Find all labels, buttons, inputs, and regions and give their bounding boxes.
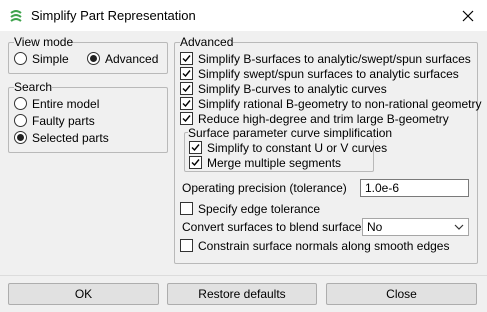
window-title: Simplify Part Representation xyxy=(31,8,196,23)
simplify-swept-spun-label[interactable]: Simplify swept/spun surfaces to analytic… xyxy=(198,67,459,81)
search-selected-parts-label[interactable]: Selected parts xyxy=(32,131,109,145)
precision-label: Operating precision (tolerance) xyxy=(182,181,347,195)
close-icon[interactable] xyxy=(458,6,478,26)
reduce-high-degree-label[interactable]: Reduce high-degree and trim large B-geom… xyxy=(198,112,449,126)
view-mode-advanced-radio[interactable] xyxy=(87,52,100,65)
simplify-constant-uv-label[interactable]: Simplify to constant U or V curves xyxy=(207,141,387,155)
search-entire-model-radio[interactable] xyxy=(14,97,27,110)
merge-segments-label[interactable]: Merge multiple segments xyxy=(207,156,341,170)
simplify-b-surfaces-label[interactable]: Simplify B-surfaces to analytic/swept/sp… xyxy=(198,52,471,66)
checkmark-icon xyxy=(182,85,191,93)
title-bar[interactable]: Simplify Part Representation xyxy=(0,0,487,31)
view-mode-advanced-label[interactable]: Advanced xyxy=(105,52,158,66)
simplify-rational-checkbox[interactable] xyxy=(180,97,193,110)
advanced-title: Advanced xyxy=(180,35,234,49)
blend-select-value: No xyxy=(367,220,383,234)
search-faulty-parts-radio[interactable] xyxy=(14,114,27,127)
checkmark-icon xyxy=(182,55,191,63)
constrain-normals-checkbox[interactable] xyxy=(180,239,193,252)
checkmark-icon xyxy=(191,144,200,152)
simplify-b-curves-checkbox[interactable] xyxy=(180,82,193,95)
reduce-high-degree-checkbox[interactable] xyxy=(180,112,193,125)
checkmark-icon xyxy=(182,100,191,108)
simplify-swept-spun-checkbox[interactable] xyxy=(180,67,193,80)
simplify-b-curves-label[interactable]: Simplify B-curves to analytic curves xyxy=(198,82,387,96)
checkmark-icon xyxy=(191,159,200,167)
blend-label: Convert surfaces to blend surfaces xyxy=(182,220,368,234)
surface-param-title: Surface parameter curve simplification xyxy=(188,126,393,140)
restore-defaults-button[interactable]: Restore defaults xyxy=(167,283,317,305)
merge-segments-checkbox[interactable] xyxy=(189,156,202,169)
close-button[interactable]: Close xyxy=(326,283,477,305)
search-title: Search xyxy=(14,80,53,94)
simplify-constant-uv-checkbox[interactable] xyxy=(189,141,202,154)
checkmark-icon xyxy=(182,115,191,123)
specify-edge-tolerance-checkbox[interactable] xyxy=(180,202,193,215)
ok-button[interactable]: OK xyxy=(8,283,159,305)
blend-select[interactable]: No xyxy=(362,218,469,236)
checkmark-icon xyxy=(182,70,191,78)
view-mode-simple-radio[interactable] xyxy=(14,52,27,65)
simplify-b-surfaces-checkbox[interactable] xyxy=(180,52,193,65)
view-mode-title: View mode xyxy=(14,35,74,49)
button-separator xyxy=(0,275,487,276)
simplify-app-icon xyxy=(10,10,22,22)
search-faulty-parts-label[interactable]: Faulty parts xyxy=(32,114,95,128)
chevron-down-icon xyxy=(454,224,464,230)
search-entire-model-label[interactable]: Entire model xyxy=(32,97,99,111)
precision-input[interactable]: 1.0e-6 xyxy=(360,179,469,197)
view-mode-simple-label[interactable]: Simple xyxy=(32,52,69,66)
specify-edge-tolerance-label[interactable]: Specify edge tolerance xyxy=(198,202,320,216)
constrain-normals-label[interactable]: Constrain surface normals along smooth e… xyxy=(198,239,449,253)
simplify-rational-label[interactable]: Simplify rational B-geometry to non-rati… xyxy=(198,97,481,111)
search-selected-parts-radio[interactable] xyxy=(14,131,27,144)
